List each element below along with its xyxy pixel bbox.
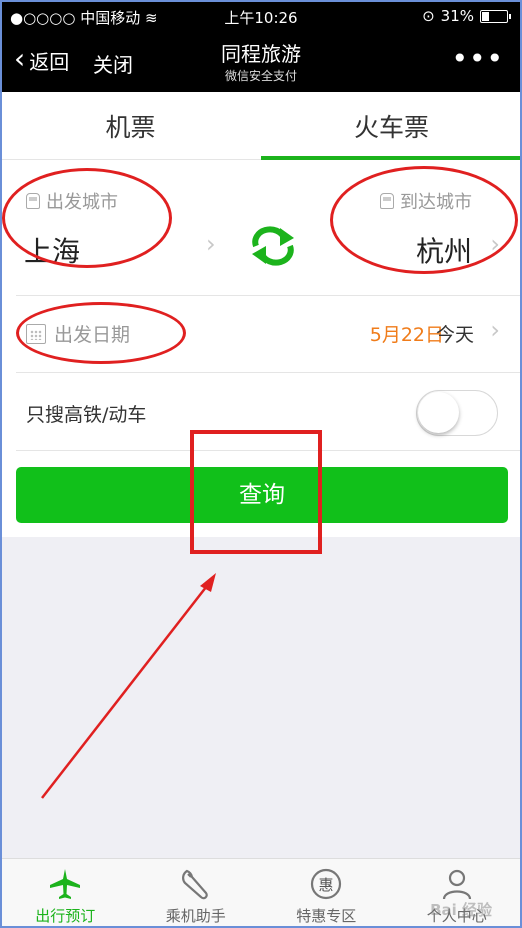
- more-button[interactable]: •••: [451, 42, 504, 75]
- tab-flight[interactable]: 机票: [0, 92, 261, 159]
- date-relative: 今天: [435, 324, 474, 346]
- date-value: 5月22日: [369, 324, 444, 346]
- route-section: 出发城市 上海 › 到达城市 杭州 ›: [0, 160, 522, 295]
- svg-text:惠: 惠: [319, 876, 334, 894]
- chevron-right-icon: ›: [490, 230, 500, 258]
- page-title: 同程旅游: [221, 42, 301, 66]
- tab-train[interactable]: 火车票: [261, 92, 522, 160]
- top-bar: ●○○○○ 中国移动 ≋ 上午10:26 ⊙ 31% ‹ 返回 关闭 同程旅游 …: [0, 0, 522, 92]
- train-icon: [380, 193, 394, 209]
- nav-label: 出行预订: [35, 907, 96, 925]
- bottom-nav: 出行预订 乘机助手 惠 特惠专区 个人中心: [0, 858, 522, 928]
- query-area: 查询: [0, 451, 522, 537]
- nav-label: 个人中心: [426, 907, 487, 925]
- train-icon: [26, 193, 40, 209]
- discount-icon: 惠: [311, 868, 342, 900]
- to-city-label: 到达城市: [380, 188, 472, 214]
- chevron-right-icon: ›: [206, 230, 216, 258]
- chevron-right-icon: ›: [490, 316, 500, 344]
- date-label: 出发日期: [26, 320, 130, 347]
- nav-item-booking[interactable]: 出行预订: [0, 859, 131, 928]
- to-city[interactable]: 杭州: [416, 230, 472, 270]
- high-speed-toggle[interactable]: [416, 390, 498, 436]
- plane-icon: [50, 869, 81, 899]
- from-city-label: 出发城市: [26, 188, 118, 214]
- rotation-lock-icon: ⊙: [422, 7, 435, 25]
- from-city[interactable]: 上海: [24, 230, 80, 270]
- nav-item-deals[interactable]: 惠 特惠专区: [261, 859, 392, 928]
- battery-icon: [480, 9, 511, 23]
- calendar-icon: [26, 323, 46, 344]
- high-speed-filter-row: 只搜高铁/动车: [16, 373, 522, 451]
- battery-percent: 31%: [440, 7, 474, 25]
- page-subtitle: 微信安全支付: [224, 69, 297, 83]
- swap-cities-icon[interactable]: [246, 226, 300, 266]
- toggle-knob: [418, 392, 459, 433]
- user-icon: [442, 869, 471, 900]
- nav-bar: ‹ 返回 关闭 同程旅游 微信安全支付 •••: [0, 34, 522, 92]
- departure-date-row[interactable]: 出发日期 5月22日 今天 ›: [16, 295, 522, 373]
- nav-item-assistant[interactable]: 乘机助手: [131, 859, 262, 928]
- nav-label: 乘机助手: [165, 907, 226, 925]
- ticket-tabs: 机票 火车票: [0, 92, 522, 160]
- filter-label: 只搜高铁/动车: [26, 404, 147, 426]
- status-right: ⊙ 31%: [422, 7, 511, 25]
- query-button[interactable]: 查询: [16, 467, 508, 523]
- wrench-icon: [181, 869, 208, 900]
- nav-label: 特惠专区: [296, 907, 357, 925]
- empty-background: [0, 537, 522, 858]
- status-bar: ●○○○○ 中国移动 ≋ 上午10:26 ⊙ 31%: [0, 0, 522, 34]
- nav-item-profile[interactable]: 个人中心: [392, 859, 522, 928]
